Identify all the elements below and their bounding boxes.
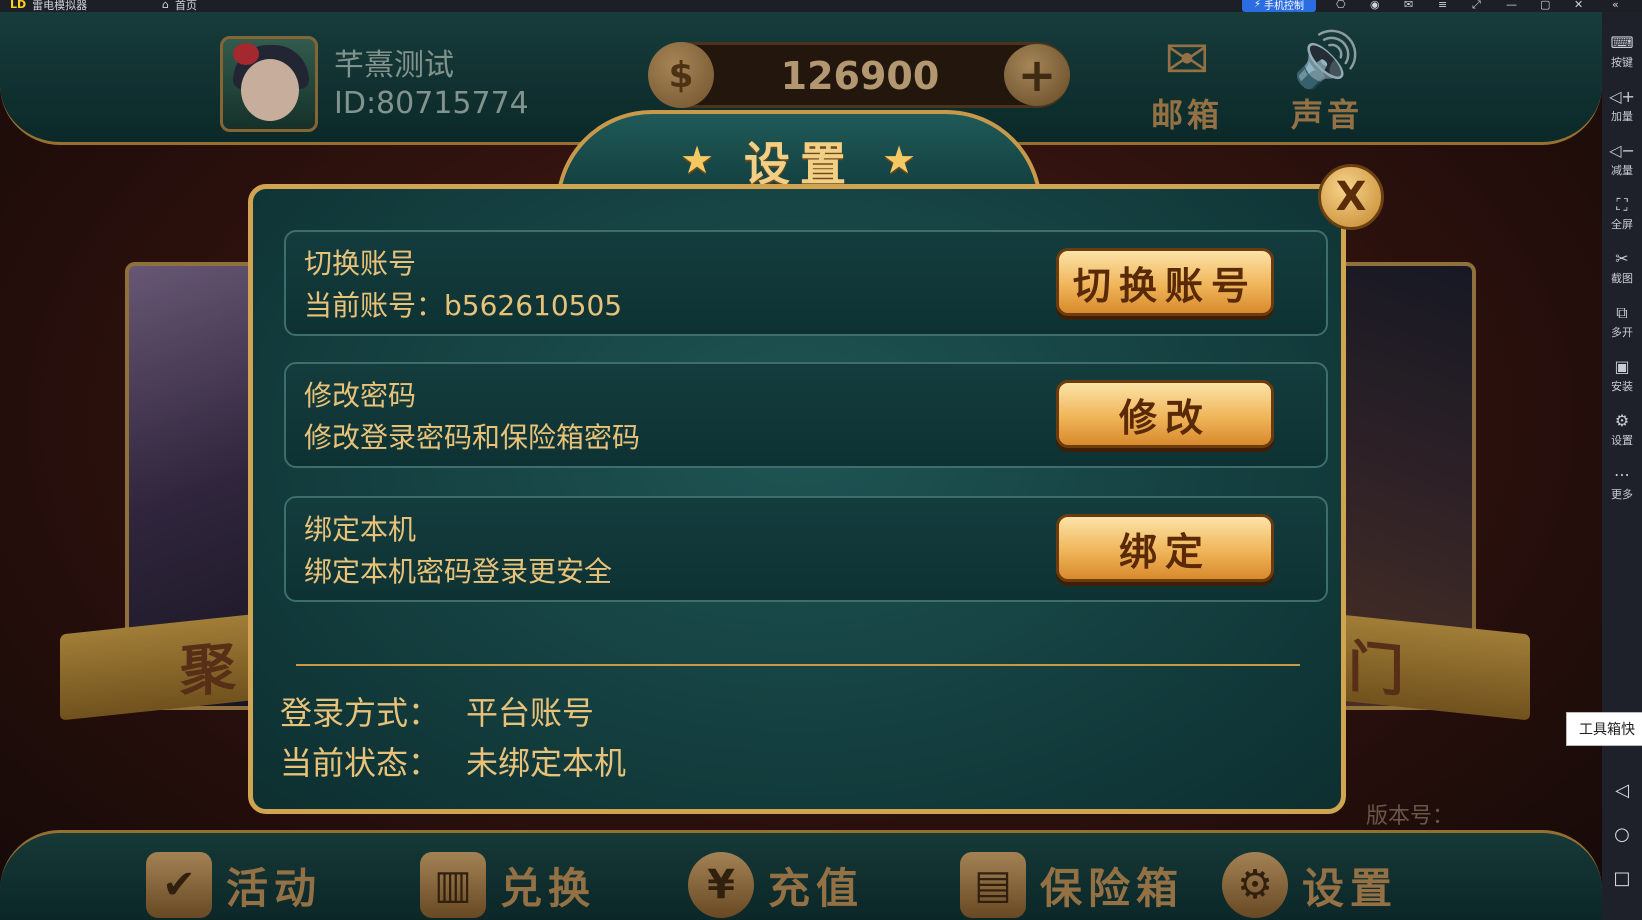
row-desc: 修改登录密码和保险箱密码 [304, 421, 641, 454]
sidebar-item-fullscreen[interactable]: ⛶ 全屏 [1602, 196, 1642, 232]
volume-down-icon: ◁− [1609, 141, 1635, 160]
keyboard-icon: ⌨ [1610, 33, 1634, 52]
sidebar-item-settings[interactable]: ⚙ 设置 [1602, 412, 1642, 448]
close-icon[interactable]: ✕ [1574, 0, 1583, 11]
maximize-icon[interactable]: ▢ [1540, 0, 1550, 11]
sidebar-item-label: 按键 [1611, 56, 1633, 69]
more-icon: ⋯ [1614, 465, 1630, 484]
login-method-label: 登录方式： [280, 694, 441, 732]
sidebar-item-screenshot[interactable]: ✂ 截图 [1602, 250, 1642, 286]
sidebar-item-volume-up[interactable]: ◁+ 加量 [1602, 88, 1642, 124]
tab-home[interactable]: ⌂ 首页 [152, 0, 312, 12]
sidebar-item-label: 更多 [1611, 488, 1633, 501]
sidebar-item-label: 全屏 [1611, 218, 1633, 231]
toolbox-tooltip[interactable]: 工具箱快 [1566, 712, 1642, 746]
change-password-row: 修改密码 修改登录密码和保险箱密码 修改 [284, 362, 1328, 468]
home-circle-icon[interactable]: ○ [1602, 824, 1642, 845]
emulator-titlebar: LD 雷电模拟器 ⌂ 首页 ● 万源 × ⚡ 手机控制 ⎔ ◉ ✉ ≡ ⤢ — … [0, 0, 1642, 12]
user-icon[interactable]: ◉ [1370, 0, 1380, 11]
sidebar-item-label: 截图 [1611, 272, 1633, 285]
divider [296, 664, 1300, 666]
minimize-icon[interactable]: — [1506, 0, 1517, 11]
sidebar-item-keymap[interactable]: ⌨ 按键 [1602, 34, 1642, 70]
bind-device-button[interactable]: 绑定 [1056, 514, 1274, 582]
star-icon: ★ [882, 138, 917, 182]
sidebar-item-more[interactable]: ⋯ 更多 [1602, 466, 1642, 502]
emulator-sidebar: ⌨ 按键 ◁+ 加量 ◁− 减量 ⛶ 全屏 ✂ 截图 ⧉ 多开 ▣ 安装 ⚙ 设… [1602, 12, 1642, 920]
app-name: 雷电模拟器 [32, 0, 88, 12]
row-title: 绑定本机 [304, 513, 417, 546]
binding-status-label: 当前状态： [280, 744, 441, 782]
row-title: 切换账号 [304, 247, 417, 280]
sidebar-item-label: 减量 [1611, 164, 1633, 177]
phone-control-label: 手机控制 [1264, 1, 1305, 12]
row-desc: 绑定本机密码登录更安全 [304, 555, 613, 588]
scissors-icon: ✂ [1615, 249, 1629, 268]
sidebar-item-multi[interactable]: ⧉ 多开 [1602, 304, 1642, 340]
mail-icon[interactable]: ✉ [1404, 0, 1413, 11]
apk-install-icon: ▣ [1614, 357, 1630, 376]
restore-icon[interactable]: ⤢ [1472, 0, 1481, 12]
recent-apps-icon[interactable]: □ [1602, 868, 1642, 889]
menu-icon[interactable]: ≡ [1438, 0, 1447, 11]
binding-status-value: 未绑定本机 [466, 744, 627, 782]
switch-account-button[interactable]: 切换账号 [1056, 248, 1274, 316]
close-dialog-button[interactable]: X [1318, 164, 1384, 230]
switch-account-row: 切换账号 当前账号：b562610505 切换账号 [284, 230, 1328, 336]
sidebar-item-label: 加量 [1611, 110, 1633, 123]
bind-device-row: 绑定本机 绑定本机密码登录更安全 绑定 [284, 496, 1328, 602]
fullscreen-icon: ⛶ [1616, 195, 1628, 214]
gamepad-icon[interactable]: ⎔ [1336, 0, 1346, 11]
star-icon: ★ [680, 138, 715, 182]
home-icon: ⌂ [162, 0, 169, 11]
app-tab[interactable]: LD 雷电模拟器 [0, 0, 150, 12]
sidebar-item-volume-down[interactable]: ◁− 减量 [1602, 142, 1642, 178]
collapse-icon[interactable]: « [1612, 0, 1619, 11]
back-icon[interactable]: ◁ [1602, 780, 1642, 801]
change-password-button[interactable]: 修改 [1056, 380, 1274, 448]
volume-up-icon: ◁+ [1609, 87, 1635, 106]
lightning-icon: ⚡ [1253, 0, 1262, 10]
app-logo-icon: LD [10, 0, 27, 11]
sidebar-item-label: 安装 [1611, 380, 1633, 393]
phone-control-button[interactable]: ⚡ 手机控制 [1242, 0, 1316, 12]
gear-icon: ⚙ [1614, 411, 1630, 430]
login-method-value: 平台账号 [466, 694, 595, 732]
login-method: 登录方式： 平台账号 [280, 688, 594, 734]
tab-home-label: 首页 [174, 0, 197, 12]
sidebar-item-label: 设置 [1611, 434, 1633, 447]
multi-instance-icon: ⧉ [1616, 303, 1628, 322]
sidebar-item-label: 多开 [1611, 326, 1633, 339]
current-account: 当前账号：b562610505 [304, 289, 623, 322]
sidebar-item-install[interactable]: ▣ 安装 [1602, 358, 1642, 394]
row-title: 修改密码 [304, 379, 417, 412]
binding-status: 当前状态： 未绑定本机 [280, 738, 626, 784]
